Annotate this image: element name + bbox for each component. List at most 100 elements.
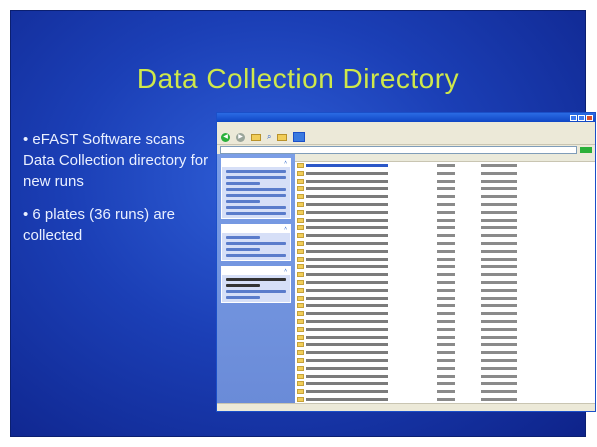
address-field[interactable] [220, 145, 577, 154]
folder-icon [297, 381, 304, 387]
folder-icon [297, 186, 304, 192]
folder-icon [297, 233, 304, 239]
back-button[interactable]: ◀ [221, 132, 230, 142]
list-item[interactable] [295, 224, 595, 232]
views-button[interactable] [293, 132, 306, 142]
folder-type [437, 226, 455, 230]
go-button[interactable] [580, 146, 592, 153]
list-item[interactable] [295, 248, 595, 256]
folder-icon [297, 178, 304, 184]
list-item[interactable] [295, 279, 595, 287]
file-list [295, 154, 595, 404]
folder-name [306, 187, 388, 191]
list-item[interactable] [295, 380, 595, 388]
list-item[interactable] [295, 326, 595, 334]
folder-type [437, 343, 455, 347]
list-item[interactable] [295, 178, 595, 186]
date-modified [481, 343, 517, 347]
list-item[interactable] [295, 217, 595, 225]
list-item[interactable] [295, 373, 595, 381]
list-item[interactable] [295, 256, 595, 264]
bullet-item: • 6 plates (36 runs) are collected [23, 206, 175, 244]
folder-icon [297, 194, 304, 200]
file-rows [295, 162, 595, 404]
list-item[interactable] [295, 240, 595, 248]
task-pane: ˄ ˄ ˄ [217, 154, 295, 404]
folder-type [437, 179, 455, 183]
window-titlebar[interactable] [217, 113, 595, 122]
folder-type [437, 358, 455, 362]
list-item[interactable] [295, 287, 595, 295]
folder-icon [297, 264, 304, 270]
menu-bar[interactable] [217, 122, 595, 130]
column-header[interactable] [295, 154, 595, 162]
date-modified [481, 179, 517, 183]
folder-icon [297, 240, 304, 246]
list-item[interactable] [295, 365, 595, 373]
date-modified [481, 257, 517, 261]
list-item[interactable] [295, 170, 595, 178]
folder-name [306, 202, 388, 206]
list-item[interactable] [295, 271, 595, 279]
list-item[interactable] [295, 388, 595, 396]
list-item[interactable] [295, 232, 595, 240]
list-item[interactable] [295, 185, 595, 193]
list-item[interactable] [295, 341, 595, 349]
date-modified [481, 335, 517, 339]
maximize-icon[interactable] [578, 114, 585, 121]
folder-type [437, 319, 455, 323]
list-item[interactable] [295, 302, 595, 310]
list-item[interactable] [295, 193, 595, 201]
folder-icon [297, 318, 304, 324]
folder-type [437, 273, 455, 277]
folder-icon [297, 357, 304, 363]
slide-title: Data Collection Directory [136, 63, 460, 94]
date-modified [481, 304, 517, 308]
list-item[interactable] [295, 334, 595, 342]
date-modified [481, 374, 517, 378]
date-modified [481, 366, 517, 370]
date-modified [481, 319, 517, 323]
date-modified [481, 195, 517, 199]
list-item[interactable] [295, 357, 595, 365]
date-modified [481, 226, 517, 230]
date-modified [481, 312, 517, 316]
folder-icon [297, 326, 304, 332]
up-button[interactable] [251, 133, 261, 141]
list-item[interactable] [295, 318, 595, 326]
date-modified [481, 273, 517, 277]
date-modified [481, 249, 517, 253]
explorer-window: ◀ ▶ ⌕ ˄ ˄ ˄ [216, 112, 596, 412]
date-modified [481, 397, 517, 401]
date-modified [481, 234, 517, 238]
list-item[interactable] [295, 349, 595, 357]
folder-name [306, 335, 388, 339]
list-item[interactable] [295, 209, 595, 217]
list-item[interactable] [295, 310, 595, 318]
folder-name [306, 304, 388, 308]
minimize-icon[interactable] [570, 114, 577, 121]
folder-name [306, 179, 388, 183]
forward-button[interactable]: ▶ [236, 132, 245, 142]
close-icon[interactable] [586, 114, 593, 121]
search-button[interactable]: ⌕ [267, 132, 271, 142]
file-folder-tasks-panel: ˄ [221, 158, 291, 219]
folders-button[interactable] [277, 133, 288, 141]
list-item[interactable] [295, 295, 595, 303]
date-modified [481, 280, 517, 284]
folder-name [306, 226, 388, 230]
bullet-item: • eFAST Software scans Data Collection d… [23, 131, 209, 190]
list-item[interactable] [295, 201, 595, 209]
folder-icon [297, 272, 304, 278]
folder-icon [297, 163, 304, 168]
list-item[interactable] [295, 263, 595, 271]
folder-icon [297, 334, 304, 340]
date-modified [481, 164, 517, 167]
folder-icon [297, 365, 304, 371]
date-modified [481, 382, 517, 386]
folder-name [306, 327, 388, 331]
list-item[interactable] [295, 162, 595, 170]
folder-name [306, 249, 388, 253]
folder-icon [297, 287, 304, 293]
date-modified [481, 171, 517, 175]
